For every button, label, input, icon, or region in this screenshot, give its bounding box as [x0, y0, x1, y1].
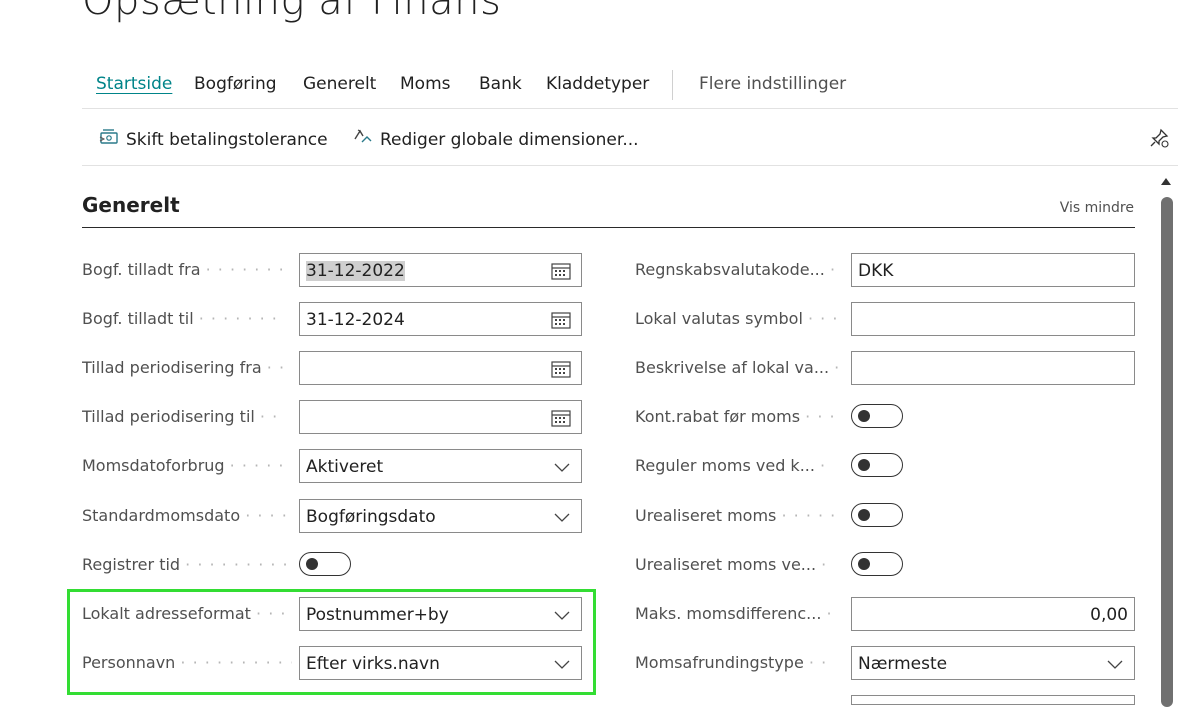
text-input[interactable] — [851, 695, 1135, 705]
show-less-link[interactable]: Vis mindre — [1060, 200, 1134, 216]
field-row-maks-momsdifference: Maks. momsdifferenc... · 0,00 — [635, 597, 1135, 633]
text-input[interactable] — [851, 351, 1135, 385]
number-input[interactable]: 0,00 — [851, 597, 1135, 631]
tab-more-options[interactable]: Flere indstillinger — [699, 74, 846, 94]
edit-global-dimensions-button[interactable]: Rediger globale dimensioner... — [352, 127, 639, 152]
toggle-switch[interactable] — [851, 503, 903, 527]
date-input[interactable]: 31-12-2022 — [299, 253, 582, 287]
scrollbar-thumb[interactable] — [1161, 197, 1173, 707]
field-row-beskrivelse-lokal-valuta: Beskrivelse af lokal va... · — [635, 351, 1135, 387]
field-label: Registrer tid · · · · · · · · · · — [82, 555, 292, 574]
field-row-bogf-tilladt-til: Bogf. tilladt til · · · · · · · 31-12-20… — [82, 302, 582, 338]
field-row-reguler-moms: Reguler moms ved k... · — [635, 449, 1135, 485]
field-label: Lokal valutas symbol · · · — [635, 309, 839, 328]
field-label: Regnskabsvalutakode... · — [635, 260, 837, 279]
field-label: Standardmomsdato · · · · — [82, 506, 288, 525]
toggle-knob — [858, 558, 870, 570]
field-label: Tillad periodisering til · · — [82, 407, 279, 426]
tab-bank[interactable]: Bank — [479, 74, 522, 94]
toggle-knob — [858, 410, 870, 422]
field-row-lokal-valutas-symbol: Lokal valutas symbol · · · — [635, 302, 1135, 338]
dimensions-icon — [352, 127, 374, 152]
tab-moms[interactable]: Moms — [400, 74, 451, 94]
toggle-knob — [858, 459, 870, 471]
chevron-down-icon — [553, 508, 571, 531]
payment-tolerance-label: Skift betalingstolerance — [126, 129, 328, 150]
toggle-knob — [858, 509, 870, 521]
select-input[interactable]: Nærmeste — [851, 646, 1135, 680]
chevron-down-icon — [553, 458, 571, 481]
calendar-icon[interactable] — [551, 262, 571, 285]
page-title: Opsætning af Finans — [82, 0, 502, 24]
date-input[interactable]: 31-12-2024 — [299, 302, 582, 336]
text-input[interactable] — [851, 302, 1135, 336]
toggle-switch[interactable] — [851, 552, 903, 576]
toggle-switch[interactable] — [851, 453, 903, 477]
chevron-down-icon — [1106, 655, 1124, 678]
tab-separator — [672, 70, 673, 100]
select-input[interactable]: Aktiveret — [299, 449, 582, 483]
field-label: Momsdatoforbrug · · · · · — [82, 456, 285, 475]
tab-generelt[interactable]: Generelt — [303, 74, 376, 94]
payment-tolerance-icon — [98, 127, 120, 152]
text-input[interactable]: DKK — [851, 253, 1135, 287]
toggle-switch[interactable] — [851, 404, 903, 428]
field-row-registrer-tid: Registrer tid · · · · · · · · · · — [82, 548, 582, 584]
highlight-box — [67, 589, 596, 695]
field-row-urealiseret-moms-ve: Urealiseret moms ve... · — [635, 548, 1135, 584]
section-title: Generelt — [82, 193, 180, 217]
toggle-knob — [306, 558, 318, 570]
field-row-urealiseret-moms: Urealiseret moms · · · · · — [635, 499, 1135, 535]
tab-bogfoering[interactable]: Bogføring — [194, 74, 277, 94]
date-input[interactable] — [299, 351, 582, 385]
field-row-momsafrundingstype: Momsafrundingstype · · Nærmeste — [635, 646, 1135, 682]
tab-startside[interactable]: Startside — [96, 74, 172, 94]
field-row-bogf-tilladt-fra: Bogf. tilladt fra · · · · · · · 31-12-20… — [82, 253, 582, 289]
action-bar-tabs: Startside Bogføring Generelt Moms Bank K… — [82, 70, 1178, 109]
edit-global-dimensions-label: Rediger globale dimensioner... — [380, 129, 639, 150]
field-label: Momsafrundingstype · · — [635, 653, 828, 672]
calendar-icon[interactable] — [551, 311, 571, 334]
field-row-tillad-periodisering-fra: Tillad periodisering fra · · — [82, 351, 582, 387]
field-label: Urealiseret moms ve... · — [635, 555, 828, 574]
calendar-icon[interactable] — [551, 360, 571, 383]
field-label: Bogf. tilladt til · · · · · · · — [82, 309, 278, 328]
payment-tolerance-button[interactable]: Skift betalingstolerance — [98, 127, 328, 152]
tab-kladdetyper[interactable]: Kladdetyper — [546, 74, 649, 94]
field-label: Kont.rabat før moms · · · — [635, 407, 836, 426]
toggle-switch[interactable] — [299, 552, 351, 576]
field-row-regnskabsvalutakode: Regnskabsvalutakode... · DKK — [635, 253, 1135, 289]
date-input[interactable] — [299, 400, 582, 434]
field-row-kont-rabat-foer-moms: Kont.rabat før moms · · · — [635, 400, 1135, 436]
select-input[interactable]: Bogføringsdato — [299, 499, 582, 533]
field-row-momsdatoforbrug: Momsdatoforbrug · · · · · Aktiveret — [82, 449, 582, 485]
field-label: Urealiseret moms · · · · · — [635, 506, 837, 525]
calendar-icon[interactable] — [551, 409, 571, 432]
action-toolbar: Skift betalingstolerance Rediger globale… — [82, 109, 1178, 166]
field-row-tillad-periodisering-til: Tillad periodisering til · · — [82, 400, 582, 436]
pin-icon[interactable] — [1148, 127, 1170, 154]
field-label: Maks. momsdifferenc... · — [635, 604, 833, 623]
scroll-up-arrow-icon[interactable] — [1161, 178, 1171, 185]
field-label: Reguler moms ved k... · — [635, 456, 827, 475]
section-divider — [82, 227, 1135, 228]
field-row-standardmomsdato: Standardmomsdato · · · · Bogføringsdato — [82, 499, 582, 535]
field-label: Bogf. tilladt fra · · · · · · · — [82, 260, 285, 279]
field-label: Tillad periodisering fra · · — [82, 358, 286, 377]
field-label: Beskrivelse af lokal va... · — [635, 358, 841, 377]
